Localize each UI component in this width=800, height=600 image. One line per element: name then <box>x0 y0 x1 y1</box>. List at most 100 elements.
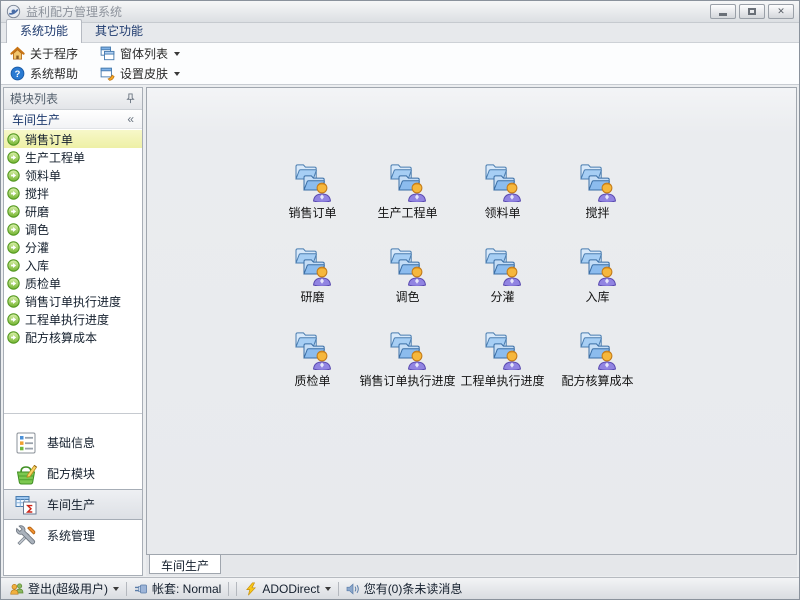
shortcut-label: 质检单 <box>294 372 330 389</box>
body-region: 模块列表 车间生产 « 销售订单 生产工程单 <box>1 85 799 577</box>
shortcut-item[interactable]: 生产工程单 <box>360 162 455 246</box>
sidebar-item[interactable]: 研磨 <box>4 202 142 220</box>
ribbon-tab-strip: 系统功能 其它功能 <box>1 23 799 43</box>
green-go-arrow-icon <box>7 241 20 254</box>
folders-user-icon <box>579 162 617 202</box>
about-program-button[interactable]: 关于程序 <box>7 45 81 62</box>
folders-user-icon <box>484 246 522 286</box>
shortcut-sales-order[interactable]: 销售订单 <box>265 162 360 246</box>
speaker-icon <box>346 582 360 596</box>
module-system-management[interactable]: 系统管理 <box>4 520 142 551</box>
sidebar-item[interactable]: 质检单 <box>4 274 142 292</box>
minimize-button[interactable] <box>710 4 736 19</box>
shortcut-item[interactable]: 分灌 <box>455 246 550 330</box>
sidebar-item[interactable]: 销售订单执行进度 <box>4 292 142 310</box>
sidebar-item[interactable]: 入库 <box>4 256 142 274</box>
green-go-arrow-icon <box>7 295 20 308</box>
shortcut-item[interactable]: 销售订单执行进度 <box>360 330 455 414</box>
sidebar-item-label: 研磨 <box>25 203 49 220</box>
dropdown-caret-icon <box>113 587 119 594</box>
sidebar-item[interactable]: 搅拌 <box>4 184 142 202</box>
unread-messages-indicator[interactable]: 您有(0)条未读消息 <box>346 580 463 597</box>
green-go-arrow-icon <box>7 133 20 146</box>
shortcut-label: 工程单执行进度 <box>460 372 544 389</box>
sidebar-panel-title: 车间生产 « <box>4 110 142 129</box>
module-label: 车间生产 <box>47 496 95 513</box>
shortcut-label: 配方核算成本 <box>561 372 633 389</box>
window-list-icon <box>100 46 115 61</box>
shortcut-item[interactable]: 入库 <box>550 246 645 330</box>
about-program-label: 关于程序 <box>30 45 78 62</box>
shortcut-item[interactable]: 质检单 <box>265 330 360 414</box>
basket-pencil-icon <box>14 462 38 486</box>
tab-other-functions[interactable]: 其它功能 <box>82 20 156 42</box>
module-basic-info[interactable]: 基础信息 <box>4 427 142 458</box>
list-icon <box>14 431 38 455</box>
folders-user-icon <box>294 330 332 370</box>
shortcut-item[interactable]: 配方核算成本 <box>550 330 645 414</box>
document-tab-strip: 车间生产 <box>146 555 797 576</box>
shortcut-label: 分灌 <box>490 288 514 305</box>
sidebar-item[interactable]: 调色 <box>4 220 142 238</box>
lightning-icon <box>244 582 258 596</box>
sidebar-item-sales-order[interactable]: 销售订单 <box>4 130 142 148</box>
sidebar-item[interactable]: 生产工程单 <box>4 148 142 166</box>
shortcut-item[interactable]: 研磨 <box>265 246 360 330</box>
workspace-panel: 销售订单 生产工程单 领料单 搅拌 <box>146 87 797 555</box>
shortcut-grid: 销售订单 生产工程单 领料单 搅拌 <box>265 162 645 414</box>
sidebar-item[interactable]: 领料单 <box>4 166 142 184</box>
logout-button[interactable]: 登出(超级用户) <box>10 580 119 597</box>
pin-icon[interactable] <box>125 93 136 104</box>
folders-user-icon <box>484 162 522 202</box>
window-list-label: 窗体列表 <box>120 45 168 62</box>
data-provider-button[interactable]: ADODirect <box>244 582 330 596</box>
sidebar-item[interactable]: 工程单执行进度 <box>4 310 142 328</box>
sidebar-item[interactable]: 分灌 <box>4 238 142 256</box>
dropdown-caret-icon <box>325 587 331 594</box>
main-area: 销售订单 生产工程单 领料单 搅拌 <box>146 87 797 576</box>
data-provider-label: ADODirect <box>262 582 319 596</box>
shortcut-item[interactable]: 调色 <box>360 246 455 330</box>
sidebar-item-label: 领料单 <box>25 167 61 184</box>
green-go-arrow-icon <box>7 169 20 182</box>
sidebar-item-list: 销售订单 生产工程单 领料单 搅拌 研磨 <box>4 129 142 346</box>
sidebar-item-label: 分灌 <box>25 239 49 256</box>
folders-user-icon <box>294 246 332 286</box>
collapse-icon[interactable]: « <box>127 112 134 126</box>
window-list-button[interactable]: 窗体列表 <box>97 45 183 62</box>
account-set-indicator: 帐套: Normal <box>134 580 221 597</box>
shortcut-label: 销售订单执行进度 <box>360 372 456 389</box>
tab-workshop-production-document[interactable]: 车间生产 <box>149 554 221 574</box>
statusbar-separator <box>236 582 237 596</box>
module-workshop-production[interactable]: 车间生产 <box>4 489 142 520</box>
module-formula[interactable]: 配方模块 <box>4 458 142 489</box>
shortcut-item[interactable]: 搅拌 <box>550 162 645 246</box>
module-sidebar: 模块列表 车间生产 « 销售订单 生产工程单 <box>3 87 143 576</box>
shortcut-label: 领料单 <box>484 204 520 221</box>
close-button[interactable]: ✕ <box>768 4 794 19</box>
set-skin-label: 设置皮肤 <box>120 65 168 82</box>
folders-user-icon <box>294 162 332 202</box>
shortcut-item[interactable]: 领料单 <box>455 162 550 246</box>
close-icon: ✕ <box>777 7 785 16</box>
app-window: 益利配方管理系统 ✕ 系统功能 其它功能 关于程序 <box>0 0 800 600</box>
green-go-arrow-icon <box>7 205 20 218</box>
maximize-button[interactable] <box>739 4 765 19</box>
set-skin-button[interactable]: 设置皮肤 <box>97 65 183 82</box>
minimize-icon <box>719 13 727 16</box>
table-sigma-icon <box>14 493 38 517</box>
module-list-header: 模块列表 <box>4 88 142 110</box>
sidebar-item-label: 质检单 <box>25 275 61 292</box>
sidebar-item[interactable]: 配方核算成本 <box>4 328 142 346</box>
shortcut-item[interactable]: 工程单执行进度 <box>455 330 550 414</box>
green-go-arrow-icon <box>7 223 20 236</box>
window-controls: ✕ <box>710 4 794 19</box>
system-help-button[interactable]: ? 系统帮助 <box>7 65 81 82</box>
tab-system-functions[interactable]: 系统功能 <box>6 19 82 43</box>
green-go-arrow-icon <box>7 151 20 164</box>
ribbon-row-1: 关于程序 窗体列表 <box>7 44 793 63</box>
ribbon-toolbar: 关于程序 窗体列表 ? 系统帮助 <box>1 43 799 85</box>
dropdown-caret-icon <box>174 72 180 79</box>
tools-icon <box>14 524 38 548</box>
sidebar-item-label: 销售订单 <box>25 131 73 148</box>
